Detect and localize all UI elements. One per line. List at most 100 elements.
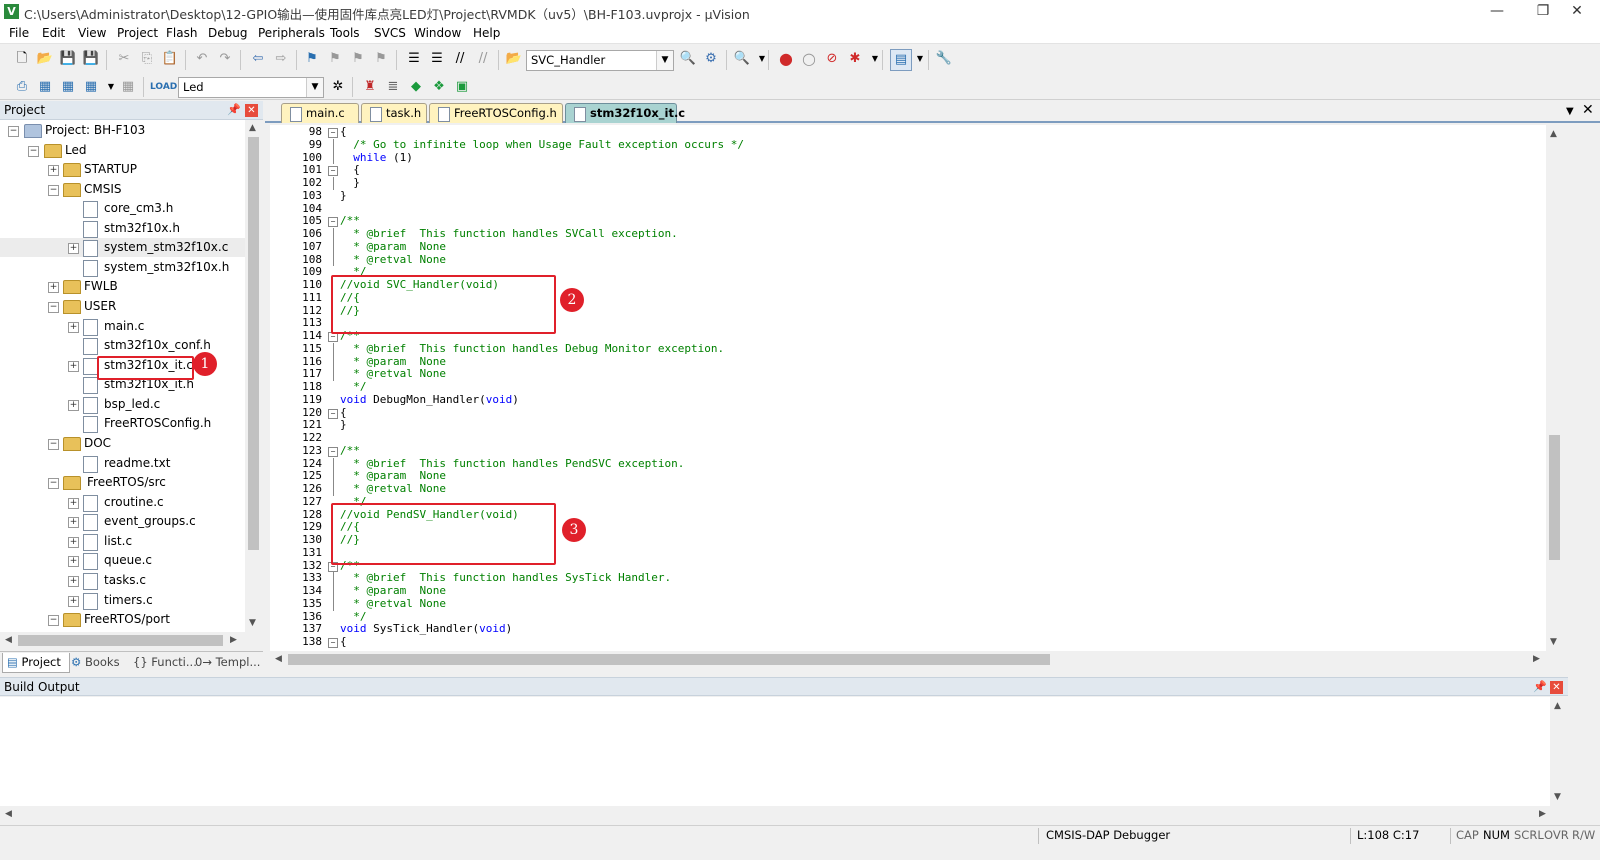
scroll-left-icon[interactable]: ◀ bbox=[5, 635, 12, 645]
editor-tab-freertosconfig-h[interactable]: FreeRTOSConfig.h bbox=[429, 103, 563, 123]
expand-icon[interactable]: + bbox=[68, 537, 79, 548]
fold-collapse-icon[interactable]: − bbox=[328, 408, 338, 419]
minimize-button[interactable]: — bbox=[1474, 0, 1520, 24]
target-options-icon[interactable]: ✲ bbox=[328, 77, 348, 97]
tree-node-file[interactable]: readme.txt bbox=[0, 454, 245, 473]
tab-project[interactable]: ▤ Project bbox=[2, 653, 70, 673]
collapse-icon[interactable]: − bbox=[8, 126, 19, 137]
collapse-icon[interactable]: − bbox=[48, 439, 59, 450]
tree-node-file[interactable]: + bsp_led.c bbox=[0, 395, 245, 414]
tree-node-file[interactable]: + event_groups.c bbox=[0, 512, 245, 531]
editor-tab-task-h[interactable]: task.h bbox=[361, 103, 427, 123]
pack-installer-icon[interactable]: ❖ bbox=[429, 77, 449, 97]
tab-templates[interactable]: 0→ Templ... bbox=[191, 653, 265, 672]
clear-bookmarks-icon[interactable]: ⚑ bbox=[371, 49, 391, 69]
find-in-files-icon[interactable]: 📂 bbox=[504, 49, 524, 69]
save-all-icon[interactable]: 💾 bbox=[81, 49, 101, 69]
build-output-horizontal-scrollbar[interactable]: ◀ ▶ bbox=[0, 806, 1567, 823]
expand-icon[interactable]: + bbox=[68, 400, 79, 411]
stop-build-icon[interactable]: ▦ bbox=[118, 77, 138, 97]
tree-node-freertos-port[interactable]: − FreeRTOS/port bbox=[0, 610, 245, 629]
translate-icon[interactable]: ⎙ bbox=[12, 77, 32, 97]
tree-node-startup[interactable]: + STARTUP bbox=[0, 160, 245, 179]
tree-node-file[interactable]: + main.c bbox=[0, 317, 245, 336]
collapse-icon[interactable]: − bbox=[48, 478, 59, 489]
scrollbar-thumb[interactable] bbox=[18, 635, 223, 646]
expand-icon[interactable]: + bbox=[48, 165, 59, 176]
configure-icon[interactable]: 🔧 bbox=[934, 49, 954, 69]
function-combo[interactable]: SVC_Handler ▼ bbox=[526, 50, 674, 71]
tree-node-file[interactable]: + system_stm32f10x.c bbox=[0, 238, 245, 257]
scroll-up-icon[interactable]: ▲ bbox=[249, 123, 256, 133]
menu-window[interactable]: Window bbox=[414, 26, 461, 40]
copy-icon[interactable]: ⎘ bbox=[137, 49, 157, 69]
next-bookmark-icon[interactable]: ⚑ bbox=[348, 49, 368, 69]
scroll-right-icon[interactable]: ▶ bbox=[1533, 654, 1540, 664]
tree-node-file[interactable]: stm32f10x.h bbox=[0, 219, 245, 238]
close-panel-icon[interactable]: ✕ bbox=[1550, 681, 1563, 694]
navigate-back-icon[interactable]: ⇦ bbox=[248, 49, 268, 69]
chevron-down-icon[interactable]: ▼ bbox=[910, 49, 930, 69]
target-combo[interactable]: Led ▼ bbox=[178, 77, 324, 98]
undo-icon[interactable]: ↶ bbox=[192, 49, 212, 69]
fold-collapse-icon[interactable]: − bbox=[328, 217, 338, 228]
cut-icon[interactable]: ✂ bbox=[114, 49, 134, 69]
build-output-pane[interactable] bbox=[0, 697, 1550, 806]
comment-icon[interactable]: // bbox=[450, 49, 470, 69]
uncomment-icon[interactable]: // bbox=[473, 49, 493, 69]
scroll-right-icon[interactable]: ▶ bbox=[1539, 809, 1546, 819]
menu-tools[interactable]: Tools bbox=[330, 26, 360, 40]
tab-list-chevron-icon[interactable]: ▼ bbox=[1566, 106, 1574, 117]
tree-node-fwlb[interactable]: + FWLB bbox=[0, 277, 245, 296]
menu-peripherals[interactable]: Peripherals bbox=[258, 26, 325, 40]
project-tree-horizontal-scrollbar[interactable]: ◀ ▶ bbox=[0, 632, 262, 649]
expand-icon[interactable]: + bbox=[68, 596, 79, 607]
save-icon[interactable]: 💾 bbox=[58, 49, 78, 69]
download-icon[interactable]: LOAD bbox=[150, 77, 177, 97]
tree-node-file[interactable]: + tasks.c bbox=[0, 571, 245, 590]
tree-node-file[interactable]: + queue.c bbox=[0, 551, 245, 570]
code-editor[interactable]: 98−{ 99 /* Go to infinite loop when Usag… bbox=[270, 125, 1546, 651]
tab-books[interactable]: ⚙ Books bbox=[67, 653, 131, 672]
scroll-left-icon[interactable]: ◀ bbox=[5, 809, 12, 819]
tree-node-file[interactable]: system_stm32f10x.h bbox=[0, 258, 245, 277]
incremental-find-icon[interactable]: ⚙ bbox=[701, 49, 721, 69]
close-tab-icon[interactable]: ✕ bbox=[1582, 102, 1594, 118]
expand-icon[interactable]: + bbox=[68, 517, 79, 528]
tree-node-user[interactable]: − USER bbox=[0, 297, 245, 316]
expand-icon[interactable]: + bbox=[68, 576, 79, 587]
editor-vertical-scrollbar[interactable]: ▲ ▼ bbox=[1546, 125, 1563, 651]
manage-project-items-icon[interactable]: ♜ bbox=[360, 77, 380, 97]
enable-breakpoint-icon[interactable]: ○ bbox=[799, 49, 819, 69]
tree-node-target-led[interactable]: − Led bbox=[0, 141, 245, 160]
menu-debug[interactable]: Debug bbox=[208, 26, 247, 40]
scrollbar-thumb[interactable] bbox=[288, 654, 1050, 665]
scroll-left-icon[interactable]: ◀ bbox=[275, 654, 282, 664]
tree-node-freertos-src[interactable]: − FreeRTOS/src bbox=[0, 473, 245, 492]
fold-collapse-icon[interactable]: − bbox=[328, 446, 338, 457]
tree-node-project-root[interactable]: − Project: BH-F103 bbox=[0, 121, 245, 140]
fold-collapse-icon[interactable]: − bbox=[328, 638, 338, 648]
collapse-icon[interactable]: − bbox=[28, 146, 39, 157]
redo-icon[interactable]: ↷ bbox=[215, 49, 235, 69]
chevron-down-icon[interactable]: ▼ bbox=[306, 78, 323, 97]
editor-tab-main-c[interactable]: main.c bbox=[281, 103, 359, 123]
new-file-icon[interactable]: 🗋 bbox=[12, 49, 32, 69]
menu-project[interactable]: Project bbox=[117, 26, 158, 40]
expand-icon[interactable]: + bbox=[48, 282, 59, 293]
build-icon[interactable]: ▦ bbox=[35, 77, 55, 97]
menu-edit[interactable]: Edit bbox=[42, 26, 65, 40]
scrollbar-thumb[interactable] bbox=[1549, 435, 1560, 560]
expand-icon[interactable]: + bbox=[68, 498, 79, 509]
debug-session-icon[interactable]: 🔍 bbox=[732, 49, 752, 69]
kill-breakpoints-icon[interactable]: ✱ bbox=[845, 49, 865, 69]
window-layout-icon[interactable]: ▤ bbox=[890, 49, 912, 71]
build-output-vertical-scrollbar[interactable]: ▲ ▼ bbox=[1550, 697, 1567, 806]
tree-node-file[interactable]: + croutine.c bbox=[0, 493, 245, 512]
menu-svcs[interactable]: SVCS bbox=[374, 26, 406, 40]
pin-icon[interactable]: 📌 bbox=[227, 103, 241, 116]
chevron-down-icon[interactable]: ▼ bbox=[752, 49, 772, 69]
tree-node-file[interactable]: core_cm3.h bbox=[0, 199, 245, 218]
tree-node-cmsis[interactable]: − CMSIS bbox=[0, 180, 245, 199]
rebuild-icon[interactable]: ▦ bbox=[58, 77, 78, 97]
